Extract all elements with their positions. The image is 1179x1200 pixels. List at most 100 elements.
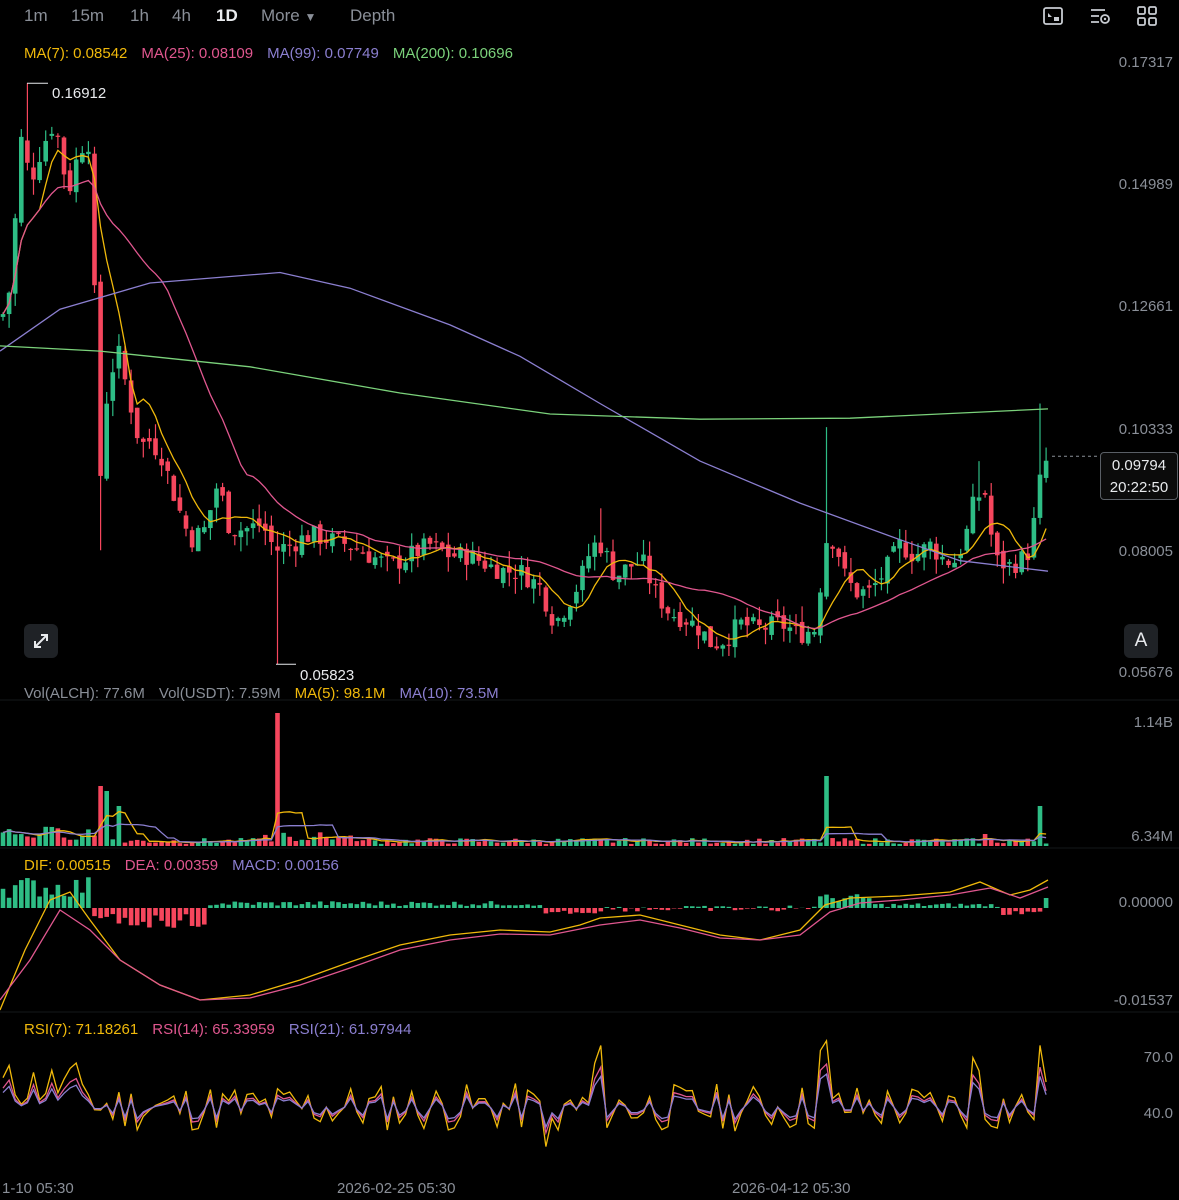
macd-legend-item-0: DIF: 0.00515 bbox=[24, 857, 111, 874]
volume-bar bbox=[525, 843, 530, 846]
price-candle bbox=[836, 548, 841, 557]
timeframe-tab-1m[interactable]: 1m bbox=[24, 6, 48, 26]
price-candle bbox=[940, 556, 945, 560]
macd-histogram-bar bbox=[232, 901, 238, 908]
ma-legend-item-2: MA(99): 0.07749 bbox=[267, 45, 379, 62]
volume-bar bbox=[866, 843, 872, 846]
volume-bar bbox=[879, 842, 884, 846]
volume-bar bbox=[12, 834, 18, 846]
volume-bar bbox=[702, 838, 707, 846]
ma-legend-item-1: MA(25): 0.08109 bbox=[141, 45, 254, 62]
timeframe-tab-4h[interactable]: 4h bbox=[172, 6, 191, 26]
macd-histogram-bar bbox=[769, 908, 774, 911]
price-candle bbox=[415, 544, 421, 557]
macd-histogram-bar bbox=[555, 908, 561, 913]
timeframe-tab-1h[interactable]: 1h bbox=[130, 6, 149, 26]
price-tick-label: 0.14989 bbox=[1118, 176, 1173, 193]
macd-histogram-bar bbox=[592, 908, 597, 914]
volume-bar bbox=[830, 838, 835, 846]
auto-scale-button[interactable]: A bbox=[1124, 624, 1158, 658]
macd-histogram-bar bbox=[385, 904, 390, 908]
volume-bar bbox=[159, 841, 164, 846]
indicator-settings-icon[interactable] bbox=[1088, 4, 1112, 28]
macd-histogram-bar bbox=[622, 908, 628, 912]
macd-histogram-bar bbox=[873, 904, 878, 908]
price-candle bbox=[208, 510, 213, 529]
price-tick-label: 0.17317 bbox=[1118, 54, 1173, 71]
price-candle bbox=[787, 627, 793, 631]
expand-button[interactable] bbox=[24, 624, 58, 658]
price-candle bbox=[866, 585, 872, 588]
macd-histogram-bar bbox=[751, 908, 756, 909]
price-candle bbox=[433, 541, 439, 543]
more-dropdown[interactable]: More ▼ bbox=[261, 6, 316, 26]
volume-bar bbox=[659, 843, 665, 846]
vol-legend-item-0: Vol(ALCH): 77.6M bbox=[24, 685, 145, 702]
price-candle bbox=[134, 407, 140, 439]
macd-histogram-bar bbox=[427, 903, 433, 908]
volume-bar bbox=[1043, 843, 1049, 846]
macd-histogram-bar bbox=[988, 904, 994, 908]
macd-histogram-bar bbox=[476, 905, 482, 908]
macd-histogram-bar bbox=[86, 877, 91, 908]
macd-histogram-bar bbox=[964, 905, 970, 908]
price-candle bbox=[513, 577, 518, 580]
volume-tick-label: 1.14B bbox=[1133, 714, 1173, 731]
macd-dea-line bbox=[0, 886, 1049, 1001]
volume-bar bbox=[366, 839, 372, 846]
macd-histogram-bar bbox=[446, 905, 451, 908]
price-candle bbox=[818, 592, 823, 636]
macd-histogram-bar bbox=[726, 906, 732, 908]
volume-bar bbox=[299, 839, 305, 846]
grid-layout-icon[interactable] bbox=[1135, 4, 1159, 28]
macd-tick-label: -0.01537 bbox=[1113, 992, 1173, 1009]
macd-histogram-bar bbox=[482, 903, 488, 908]
macd-histogram-bar bbox=[1025, 908, 1031, 912]
price-candle bbox=[153, 438, 158, 456]
last-price: 0.09794 bbox=[1111, 457, 1167, 474]
ma200-line bbox=[0, 345, 1049, 420]
macd-histogram-bar bbox=[976, 904, 982, 908]
macd-histogram-bar bbox=[757, 906, 762, 908]
macd-histogram-bar bbox=[909, 904, 915, 908]
macd-histogram-bar bbox=[1043, 898, 1049, 908]
volume-bar bbox=[568, 839, 573, 846]
volume-bar bbox=[171, 840, 177, 846]
price-candle bbox=[49, 133, 55, 136]
price-candle bbox=[885, 556, 890, 584]
macd-histogram-bar bbox=[854, 894, 860, 908]
macd-histogram-bar bbox=[67, 896, 73, 908]
price-candle bbox=[543, 587, 549, 612]
macd-histogram-bar bbox=[147, 908, 152, 928]
macd-histogram-bar bbox=[98, 908, 103, 919]
macd-legend-item-2: MACD: 0.00156 bbox=[232, 857, 339, 874]
macd-histogram-bar bbox=[708, 908, 713, 911]
price-candle bbox=[293, 546, 299, 552]
macd-histogram-bar bbox=[598, 908, 604, 912]
expand-arrows-icon bbox=[34, 634, 48, 648]
price-candle bbox=[690, 620, 695, 626]
macd-histogram-bar bbox=[61, 895, 67, 908]
macd-histogram-bar bbox=[92, 908, 97, 917]
macd-histogram-bar bbox=[921, 906, 927, 908]
depth-tab[interactable]: Depth bbox=[350, 6, 395, 26]
price-candle bbox=[897, 539, 902, 549]
macd-histogram-bar bbox=[299, 904, 305, 908]
macd-histogram-bar bbox=[116, 908, 122, 924]
macd-histogram-bar bbox=[775, 908, 780, 912]
price-candle bbox=[159, 458, 164, 466]
volume-bar bbox=[153, 842, 158, 846]
volume-bar bbox=[43, 826, 48, 846]
price-candle bbox=[110, 372, 116, 401]
price-candle bbox=[446, 544, 451, 558]
timeframe-tab-15m[interactable]: 15m bbox=[71, 6, 104, 26]
price-candle bbox=[226, 491, 231, 534]
macd-histogram-bar bbox=[366, 903, 372, 908]
macd-histogram-bar bbox=[1007, 908, 1012, 915]
chart-settings-icon[interactable] bbox=[1041, 4, 1065, 28]
volume-bar bbox=[891, 843, 896, 846]
price-candle bbox=[812, 631, 817, 635]
timeframe-tab-1D[interactable]: 1D bbox=[216, 6, 238, 26]
price-tick-label: 0.05676 bbox=[1118, 664, 1173, 681]
price-candle bbox=[659, 582, 665, 609]
